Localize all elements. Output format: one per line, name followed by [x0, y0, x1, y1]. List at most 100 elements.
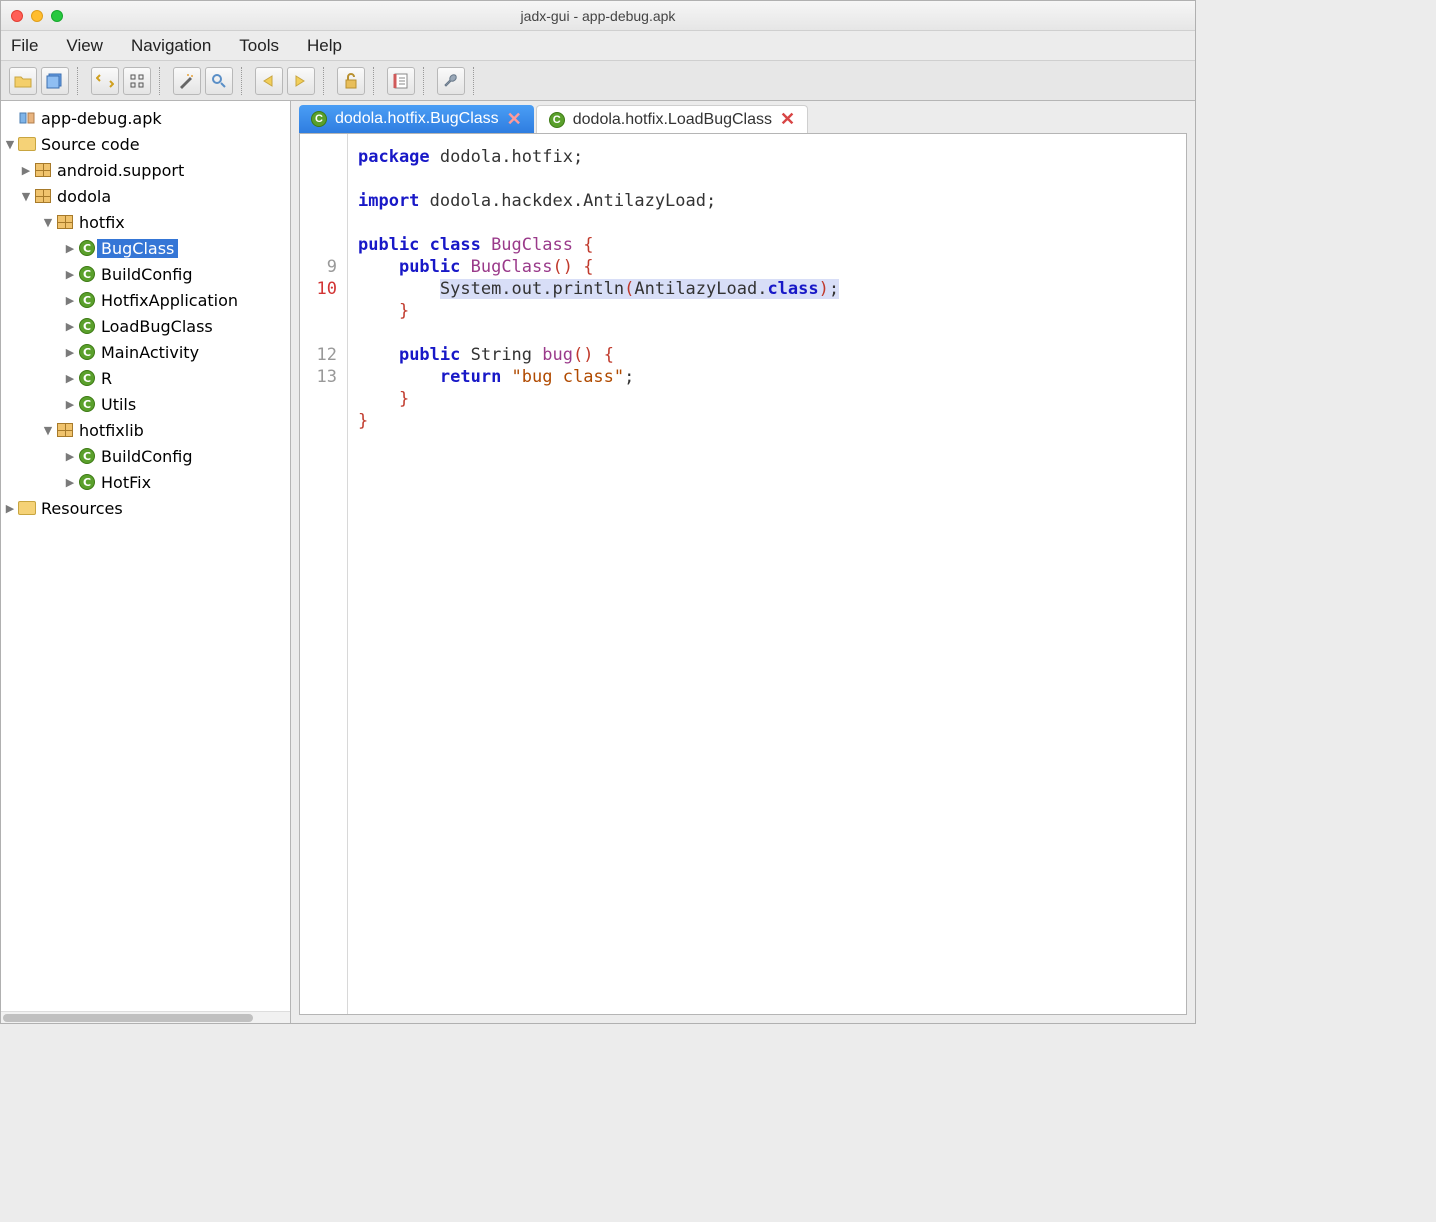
project-tree[interactable]: app-debug.apk ▼ Source code ▶ android.su…: [1, 101, 290, 1011]
class-icon: C: [549, 112, 565, 128]
class-icon: C: [311, 111, 327, 127]
tree-class-hotfixapplication[interactable]: ▶ C HotfixApplication: [1, 287, 290, 313]
keyword: return: [440, 367, 512, 387]
expand-icon[interactable]: ▶: [3, 502, 17, 515]
arrow-right-icon: [292, 74, 310, 88]
class-icon: C: [77, 448, 97, 464]
expand-icon[interactable]: ▶: [63, 268, 77, 281]
apk-icon: [17, 110, 37, 126]
collapse-icon[interactable]: ▼: [41, 424, 55, 437]
tree-class-buildconfig[interactable]: ▶ C BuildConfig: [1, 261, 290, 287]
brace: }: [358, 301, 409, 321]
class-icon: C: [77, 474, 97, 490]
toolbar-separator: [159, 67, 165, 95]
expand-icon[interactable]: ▶: [63, 398, 77, 411]
brace: }: [358, 389, 409, 409]
tree-source-code[interactable]: ▼ Source code: [1, 131, 290, 157]
highlighted-line: System.out.println(AntilazyLoad.class);: [440, 279, 839, 299]
horizontal-scrollbar[interactable]: [1, 1011, 290, 1023]
tree-package-hotfixlib[interactable]: ▼ hotfixlib: [1, 417, 290, 443]
open-file-button[interactable]: [9, 67, 37, 95]
tree-label: android.support: [53, 161, 188, 180]
project-tree-panel: app-debug.apk ▼ Source code ▶ android.su…: [1, 101, 291, 1023]
lock-open-icon: [343, 73, 359, 89]
decompile-button[interactable]: [337, 67, 365, 95]
flatten-packages-button[interactable]: [123, 67, 151, 95]
code-content[interactable]: package dodola.hotfix; import dodola.hac…: [348, 134, 1186, 1014]
tree-resources[interactable]: ▶ Resources: [1, 495, 290, 521]
close-tab-icon[interactable]: ✕: [780, 109, 795, 130]
log-icon: [393, 73, 409, 89]
collapse-icon[interactable]: ▼: [41, 216, 55, 229]
tree-class-hotfix[interactable]: ▶ C HotFix: [1, 469, 290, 495]
scrollbar-thumb[interactable]: [3, 1014, 253, 1022]
code-editor[interactable]: 9 10 12 13 package dodola.hotfix; import…: [299, 133, 1187, 1015]
keyword: public class: [358, 235, 491, 255]
back-button[interactable]: [255, 67, 283, 95]
brace: () {: [553, 257, 594, 277]
tree-package-android-support[interactable]: ▶ android.support: [1, 157, 290, 183]
expand-icon[interactable]: ▶: [63, 450, 77, 463]
tree-label: hotfixlib: [75, 421, 148, 440]
tree-label: dodola: [53, 187, 115, 206]
folder-icon: [17, 137, 37, 151]
wrench-icon: [443, 73, 459, 89]
tree-label: Utils: [97, 395, 140, 414]
expand-icon[interactable]: ▶: [63, 320, 77, 333]
expand-icon[interactable]: ▶: [63, 372, 77, 385]
collapse-icon[interactable]: ▼: [19, 190, 33, 203]
expand-icon[interactable]: ▶: [63, 476, 77, 489]
sync-icon: [96, 73, 114, 89]
search-icon: [211, 73, 227, 89]
expand-icon[interactable]: ▶: [19, 164, 33, 177]
menu-navigation[interactable]: Navigation: [131, 36, 211, 56]
wand-icon: [178, 73, 196, 89]
menu-help[interactable]: Help: [307, 36, 342, 56]
tree-class-loadbugclass[interactable]: ▶ C LoadBugClass: [1, 313, 290, 339]
menu-tools[interactable]: Tools: [239, 36, 279, 56]
search-button[interactable]: [205, 67, 233, 95]
tree-class-buildconfig2[interactable]: ▶ C BuildConfig: [1, 443, 290, 469]
expand-icon[interactable]: ▶: [63, 294, 77, 307]
save-all-button[interactable]: [41, 67, 69, 95]
collapse-icon[interactable]: ▼: [3, 138, 17, 151]
tab-label: dodola.hotfix.LoadBugClass: [573, 111, 772, 129]
sync-button[interactable]: [91, 67, 119, 95]
tree-package-dodola[interactable]: ▼ dodola: [1, 183, 290, 209]
tree-class-r[interactable]: ▶ C R: [1, 365, 290, 391]
tab-bugclass[interactable]: C dodola.hotfix.BugClass ✕: [299, 105, 534, 133]
tree-root[interactable]: app-debug.apk: [1, 105, 290, 131]
toolbar-separator: [323, 67, 329, 95]
app-window: jadx-gui - app-debug.apk File View Navig…: [0, 0, 1196, 1024]
deobfuscate-button[interactable]: [173, 67, 201, 95]
menubar: File View Navigation Tools Help: [1, 31, 1195, 61]
tab-loadbugclass[interactable]: C dodola.hotfix.LoadBugClass ✕: [536, 105, 808, 133]
log-button[interactable]: [387, 67, 415, 95]
method-name: bug: [542, 345, 573, 365]
tree-class-bugclass[interactable]: ▶ C BugClass: [1, 235, 290, 261]
expand-icon[interactable]: ▶: [63, 242, 77, 255]
tree-class-utils[interactable]: ▶ C Utils: [1, 391, 290, 417]
package-icon: [33, 163, 53, 177]
class-icon: C: [77, 266, 97, 282]
keyword: import: [358, 191, 419, 211]
tree-label: hotfix: [75, 213, 129, 232]
folder-open-icon: [14, 74, 32, 88]
tree-class-mainactivity[interactable]: ▶ C MainActivity: [1, 339, 290, 365]
menu-view[interactable]: View: [66, 36, 103, 56]
toolbar: [1, 61, 1195, 101]
forward-button[interactable]: [287, 67, 315, 95]
string-literal: "bug class": [512, 367, 625, 387]
class-name: BugClass: [471, 257, 553, 277]
toolbar-separator: [373, 67, 379, 95]
close-tab-icon[interactable]: ✕: [507, 109, 522, 130]
code-text: [358, 279, 440, 299]
code-text: System.out.println: [440, 279, 624, 299]
tree-label: HotFix: [97, 473, 155, 492]
package-icon: [55, 215, 75, 229]
menu-file[interactable]: File: [11, 36, 38, 56]
expand-icon[interactable]: ▶: [63, 346, 77, 359]
tree-package-hotfix[interactable]: ▼ hotfix: [1, 209, 290, 235]
toolbar-separator: [241, 67, 247, 95]
preferences-button[interactable]: [437, 67, 465, 95]
